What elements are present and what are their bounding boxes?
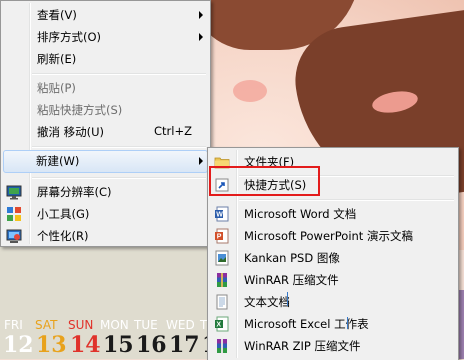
menu-item-label: Microsoft Word 文档	[244, 207, 357, 221]
personalize-icon	[6, 228, 22, 244]
menu-separator	[32, 177, 206, 179]
calendar-day-row: FRI SAT SUN MON TUE WED T	[0, 318, 240, 332]
menu-item-new-psd[interactable]: Kankan PSD 图像	[210, 247, 456, 269]
menu-item-label: 刷新(E)	[37, 52, 77, 66]
menu-item-label: 新建(W)	[36, 154, 80, 168]
calendar-date: 12	[3, 332, 34, 358]
calendar-day: MON	[100, 318, 129, 332]
submenu-arrow-icon	[199, 157, 203, 165]
menu-separator	[239, 199, 454, 201]
svg-text:W: W	[216, 212, 223, 219]
text-caret	[347, 317, 348, 329]
text-caret	[287, 292, 288, 306]
submenu-arrow-icon	[199, 33, 203, 41]
calendar-date: 17	[169, 332, 200, 358]
calendar-date: 16	[136, 332, 167, 358]
text-document-icon	[214, 294, 230, 310]
menu-separator	[32, 146, 206, 148]
desktop-context-menu: 查看(V) 排序方式(O) 刷新(E) 粘贴(P) 粘贴快捷方式(S) 撤消 移…	[0, 0, 211, 247]
menu-item-label: 文本文档	[244, 295, 290, 309]
menu-item-label: 屏幕分辨率(C)	[37, 185, 112, 199]
menu-item-shortcut: Ctrl+Z	[154, 124, 192, 138]
gadgets-icon	[6, 206, 22, 222]
menu-item-new-text-doc[interactable]: 文本文档	[210, 291, 456, 313]
winrar-icon	[214, 272, 230, 288]
calendar-date: 13	[36, 332, 67, 358]
menu-item-label: WinRAR ZIP 压缩文件	[244, 339, 361, 353]
calendar-date: 15	[103, 332, 134, 358]
powerpoint-icon: P	[214, 228, 230, 244]
menu-item-sort-by[interactable]: 排序方式(O)	[3, 26, 208, 48]
excel-icon: X	[214, 316, 230, 332]
menu-item-new-excel[interactable]: X Microsoft Excel 工作表	[210, 313, 456, 335]
display-icon	[6, 184, 22, 200]
calendar-day: SAT	[35, 318, 58, 332]
menu-item-label: WinRAR 压缩文件	[244, 273, 339, 287]
menu-item-new-winrar[interactable]: WinRAR 压缩文件	[210, 269, 456, 291]
submenu-arrow-icon	[199, 11, 203, 19]
menu-item-label: 小工具(G)	[37, 207, 90, 221]
menu-item-paste[interactable]: 粘贴(P)	[3, 77, 208, 99]
calendar-day: SUN	[68, 318, 94, 332]
menu-item-new-word-doc[interactable]: W Microsoft Word 文档	[210, 203, 456, 225]
menu-item-undo-move[interactable]: 撤消 移动(U) Ctrl+Z	[3, 121, 208, 143]
menu-item-gadgets[interactable]: 小工具(G)	[3, 203, 208, 225]
menu-item-label: 粘贴快捷方式(S)	[37, 103, 123, 117]
menu-item-new-powerpoint[interactable]: P Microsoft PowerPoint 演示文稿	[210, 225, 456, 247]
menu-item-view[interactable]: 查看(V)	[3, 4, 208, 26]
calendar-day: WED	[166, 318, 195, 332]
svg-text:P: P	[217, 234, 222, 241]
menu-item-refresh[interactable]: 刷新(E)	[3, 48, 208, 70]
menu-item-label: Kankan PSD 图像	[244, 251, 340, 265]
calendar-day: FRI	[4, 318, 23, 332]
menu-item-new-winrar-zip[interactable]: WinRAR ZIP 压缩文件	[210, 335, 456, 357]
menu-item-label: Microsoft Excel 工作表	[244, 317, 369, 331]
highlight-box	[209, 166, 320, 196]
word-doc-icon: W	[214, 206, 230, 222]
psd-image-icon	[214, 250, 230, 266]
menu-item-screen-resolution[interactable]: 屏幕分辨率(C)	[3, 181, 208, 203]
menu-item-new[interactable]: 新建(W)	[3, 150, 208, 173]
svg-text:X: X	[216, 322, 221, 329]
calendar-day: TUE	[134, 318, 158, 332]
menu-separator	[32, 73, 206, 75]
menu-item-label: Microsoft PowerPoint 演示文稿	[244, 229, 413, 243]
menu-item-label: 粘贴(P)	[37, 81, 76, 95]
menu-item-label: 撤消 移动(U)	[37, 125, 105, 139]
menu-item-label: 查看(V)	[37, 8, 77, 22]
menu-item-label: 排序方式(O)	[37, 30, 102, 44]
menu-item-label: 个性化(R)	[37, 229, 89, 243]
menu-item-personalize[interactable]: 个性化(R)	[3, 225, 208, 247]
calendar-date: 14	[70, 332, 101, 358]
winrar-zip-icon	[214, 338, 230, 354]
menu-item-paste-shortcut[interactable]: 粘贴快捷方式(S)	[3, 99, 208, 121]
